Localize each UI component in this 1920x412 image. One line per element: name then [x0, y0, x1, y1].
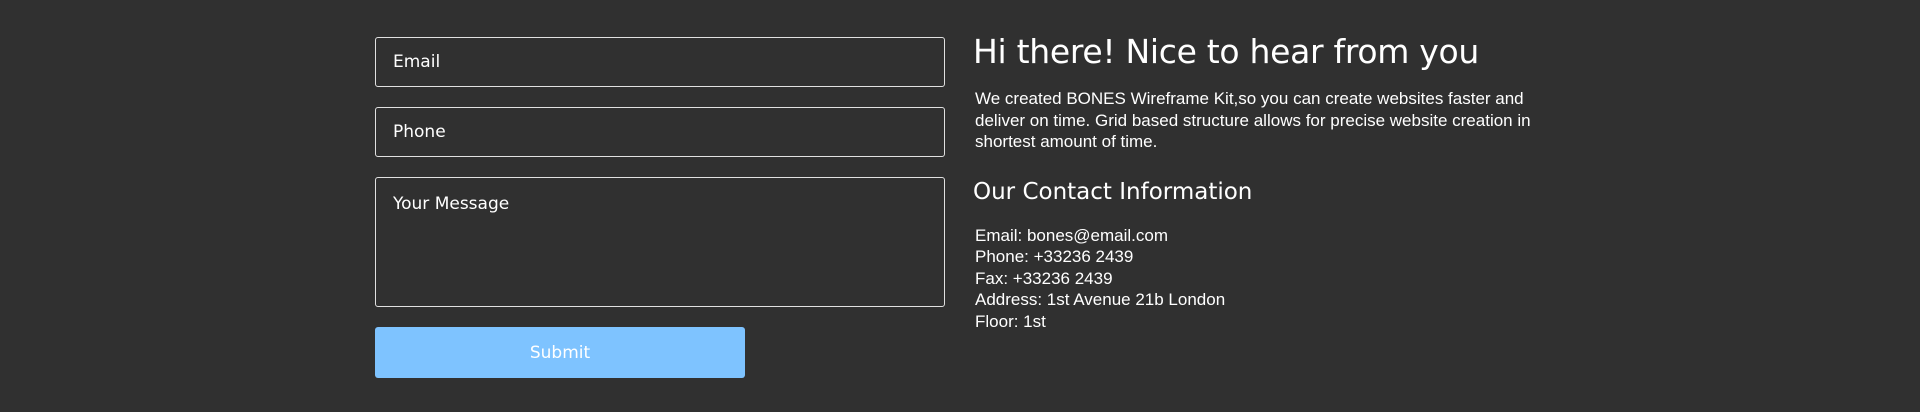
- message-field[interactable]: [375, 177, 945, 307]
- contact-info-section: Hi there! Nice to hear from you We creat…: [973, 28, 1573, 332]
- contact-phone: Phone: +33236 2439: [975, 247, 1134, 267]
- contact-info-heading: Our Contact Information: [973, 178, 1253, 205]
- page-title: Hi there! Nice to hear from you: [973, 32, 1480, 71]
- phone-field[interactable]: [375, 107, 945, 157]
- email-field[interactable]: [375, 37, 945, 87]
- contact-fax: Fax: +33236 2439: [975, 268, 1113, 288]
- submit-button[interactable]: Submit: [375, 327, 745, 378]
- contact-floor: Floor: 1st: [975, 311, 1046, 331]
- contact-info-list: Email: bones@email.com Phone: +33236 243…: [975, 225, 1573, 333]
- contact-email: Email: bones@email.com: [975, 225, 1168, 245]
- contact-address: Address: 1st Avenue 21b London: [975, 290, 1226, 310]
- intro-paragraph: We created BONES Wireframe Kit,so you ca…: [975, 89, 1531, 151]
- contact-form: Submit: [375, 37, 945, 378]
